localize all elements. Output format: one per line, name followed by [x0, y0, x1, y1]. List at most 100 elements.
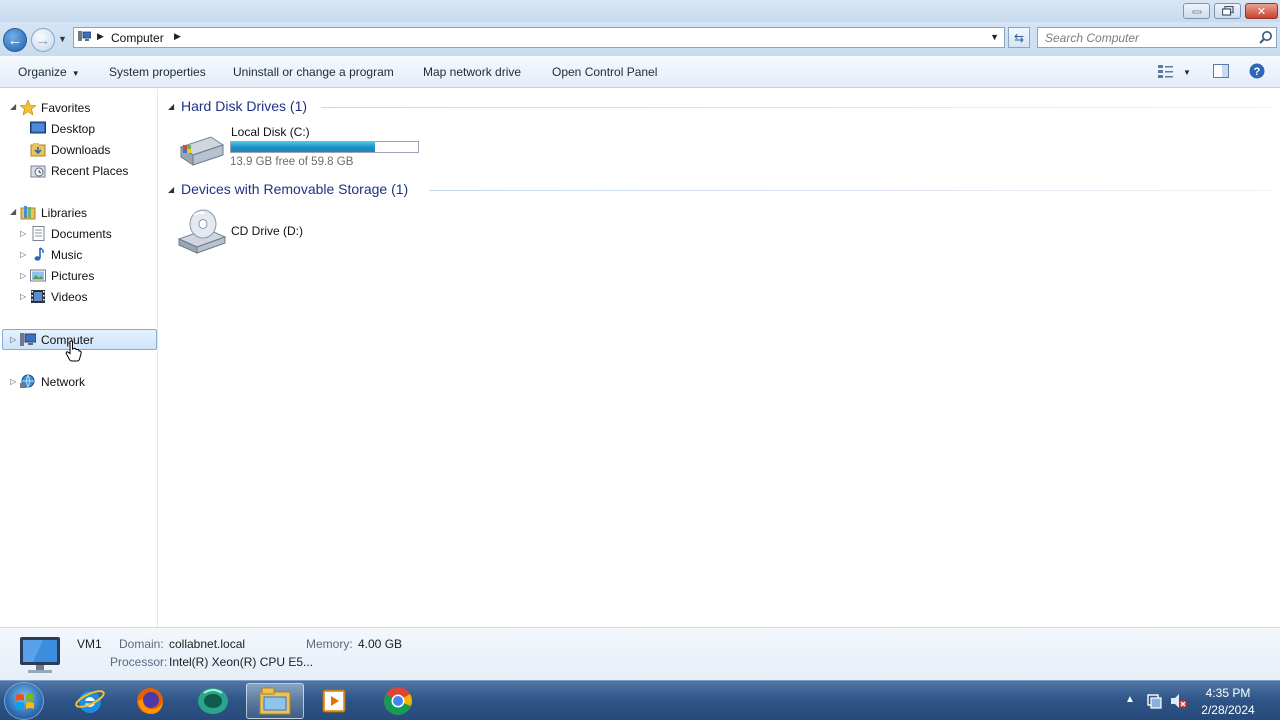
show-hidden-icons-chevron[interactable]: ▲ [1125, 694, 1135, 705]
drive-c-label[interactable]: Local Disk (C:) [231, 125, 310, 139]
help-icon[interactable]: ? [1249, 63, 1265, 79]
taskbar-windows-explorer[interactable] [246, 683, 304, 719]
taskbar-media-player[interactable] [306, 683, 364, 719]
computer-icon [78, 31, 91, 41]
open-control-panel-button[interactable]: Open Control Panel [552, 65, 657, 79]
star-icon [20, 100, 36, 115]
domain-value: collabnet.local [169, 637, 246, 651]
drive-c-usage-bar [230, 141, 419, 153]
music-icon [34, 247, 44, 261]
expand-computer-icon[interactable]: ▷ [10, 335, 16, 344]
cd-drive-icon [177, 209, 227, 254]
nav-recent-places[interactable]: Recent Places [30, 160, 128, 181]
command-bar: Organize ▼ System properties Uninstall or… [0, 56, 1280, 88]
nav-libraries[interactable]: Libraries [20, 202, 87, 223]
group-divider [321, 107, 1271, 108]
expand-videos-icon[interactable]: ▷ [20, 292, 26, 301]
minimize-button[interactable] [1183, 3, 1210, 19]
taskbar-chrome[interactable] [369, 683, 427, 719]
content-pane: ◢ Hard Disk Drives (1) Local Disk (C:) 1… [159, 89, 1280, 627]
map-network-drive-button[interactable]: Map network drive [423, 65, 521, 79]
refresh-icon: ⇆ [1013, 30, 1025, 45]
collapse-hard-disks-icon[interactable]: ◢ [168, 102, 174, 111]
computer-monitor-icon [20, 637, 60, 673]
nav-network[interactable]: Network [20, 371, 85, 392]
action-center-flag-icon[interactable] [1146, 693, 1162, 709]
taskbar-app[interactable] [184, 683, 242, 719]
downloads-icon [30, 143, 46, 157]
media-player-icon [322, 689, 346, 713]
close-icon: ✕ [1256, 5, 1267, 18]
computer-name: VM1 [77, 637, 102, 651]
nav-favorites[interactable]: Favorites [20, 97, 90, 118]
search-input[interactable] [1038, 28, 1248, 47]
nav-pictures[interactable]: Pictures [30, 265, 94, 286]
clock-time[interactable]: 4:35 PM [1196, 686, 1260, 700]
start-button[interactable] [4, 682, 44, 720]
system-properties-button[interactable]: System properties [109, 65, 206, 79]
search-box[interactable] [1037, 27, 1277, 48]
breadcrumb-arrow-icon[interactable]: ▶ [174, 31, 181, 42]
address-dropdown-icon[interactable]: ▼ [990, 32, 999, 42]
collapse-removable-icon[interactable]: ◢ [168, 185, 174, 194]
processor-value: Intel(R) Xeon(R) CPU E5... [169, 655, 314, 669]
group-hard-disk-drives[interactable]: Hard Disk Drives (1) [181, 98, 307, 114]
libraries-icon [20, 206, 36, 220]
group-removable-storage[interactable]: Devices with Removable Storage (1) [181, 181, 408, 197]
breadcrumb-arrow-icon[interactable]: ▶ [97, 31, 104, 42]
taskbar: ▲ 4:35 PM 2/28/2024 [0, 680, 1280, 720]
title-bar: ✕ [0, 0, 1280, 22]
forward-button[interactable]: → [31, 28, 55, 52]
network-icon [20, 374, 35, 388]
clock-date[interactable]: 2/28/2024 [1196, 703, 1260, 717]
recent-pages-dropdown[interactable]: ▼ [58, 34, 67, 44]
computer-icon [20, 333, 36, 346]
navigation-pane: ◢ Favorites Desktop Downloads Recent Pla… [0, 89, 158, 627]
app-icon [198, 688, 228, 714]
expand-pictures-icon[interactable]: ▷ [20, 271, 26, 280]
nav-desktop[interactable]: Desktop [30, 118, 95, 139]
taskbar-internet-explorer[interactable] [61, 683, 119, 719]
domain-label: Domain: [119, 637, 164, 651]
desktop-icon [30, 121, 46, 134]
search-icon[interactable] [1258, 30, 1273, 45]
expand-network-icon[interactable]: ▷ [10, 377, 16, 386]
address-bar[interactable]: ▶ Computer ▶ ▼ [73, 27, 1005, 48]
change-view-icon[interactable] [1158, 64, 1174, 78]
close-button[interactable]: ✕ [1245, 3, 1278, 19]
hand-cursor-icon [65, 340, 82, 362]
hard-drive-icon [179, 136, 225, 166]
nav-music[interactable]: Music [30, 244, 82, 265]
view-options-chevron-icon[interactable]: ▼ [1183, 68, 1191, 77]
firefox-icon [137, 688, 163, 714]
recent-places-icon [30, 165, 46, 178]
expand-libraries-icon[interactable]: ◢ [10, 207, 16, 216]
back-button[interactable]: ← [3, 28, 27, 52]
svg-text:?: ? [1254, 66, 1261, 78]
chevron-down-icon: ▼ [71, 69, 80, 78]
taskbar-firefox[interactable] [121, 683, 179, 719]
expand-music-icon[interactable]: ▷ [20, 250, 26, 259]
memory-value: 4.00 GB [358, 637, 403, 651]
nav-downloads[interactable]: Downloads [30, 139, 110, 160]
expand-favorites-icon[interactable]: ◢ [10, 102, 16, 111]
expand-documents-icon[interactable]: ▷ [20, 229, 26, 238]
organize-button[interactable]: Organize ▼ [18, 65, 80, 79]
windows-logo-icon [16, 694, 34, 709]
maximize-icon [1221, 6, 1234, 16]
drive-c-usage-fill [231, 142, 375, 152]
drive-d-label[interactable]: CD Drive (D:) [231, 224, 303, 238]
refresh-button[interactable]: ⇆ [1008, 27, 1030, 48]
uninstall-program-button[interactable]: Uninstall or change a program [233, 65, 394, 79]
nav-videos[interactable]: Videos [30, 286, 87, 307]
minimize-icon [1192, 10, 1201, 14]
videos-icon [31, 290, 45, 303]
drive-c-free-space: 13.9 GB free of 59.8 GB [230, 156, 354, 168]
maximize-button[interactable] [1214, 3, 1241, 19]
volume-muted-icon[interactable] [1170, 692, 1188, 710]
preview-pane-icon[interactable] [1213, 64, 1229, 78]
address-row: ← → ▼ ▶ Computer ▶ ▼ ⇆ [0, 22, 1280, 56]
nav-computer[interactable]: Computer [20, 329, 94, 350]
breadcrumb-computer[interactable]: Computer [111, 31, 164, 45]
nav-documents[interactable]: Documents [30, 223, 112, 244]
